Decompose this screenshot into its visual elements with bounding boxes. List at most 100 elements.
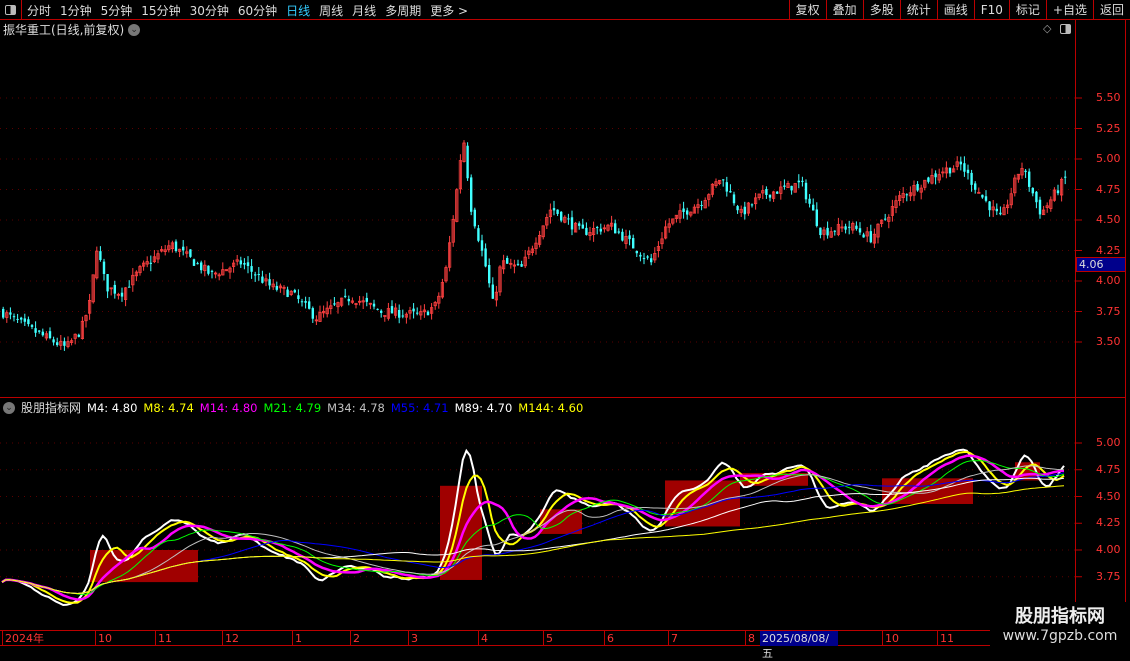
candle-body [750,204,754,206]
candle-body [34,328,37,333]
candle-body [848,226,851,228]
y-tick-label: 3.75 [1096,304,1121,318]
candle-body [646,256,649,258]
candle-body [585,227,588,235]
candle-body [833,230,836,232]
candle-body [743,206,746,215]
candle-body [963,163,966,172]
y-tick-label: 5.25 [1096,121,1121,135]
candle-body [966,169,970,174]
axis-divider [1075,20,1076,646]
y-tick-label: 5.00 [1096,152,1121,165]
candle-body [16,318,19,320]
candle-body [466,145,469,179]
candle-body [297,295,300,299]
y-tick-label: 4.50 [1096,489,1121,503]
candle-body [196,263,199,265]
y-tick-label: 4.75 [1096,462,1121,476]
candle-body [257,274,260,276]
ma-value: M14: 4.80 [199,400,258,415]
candle-body [981,194,984,198]
candle-body [1024,170,1027,173]
candle-body [776,191,779,194]
candle-body [1056,190,1060,194]
watermark-url: www.7gpzb.com [1002,628,1118,644]
date-label: 3 [408,631,418,646]
candle-body [826,227,829,236]
candle-body [783,185,786,187]
pane-divider [0,397,1125,398]
date-label: 7 [668,631,678,646]
candle-body [484,248,487,267]
candle-body [516,263,520,265]
candle-body [570,217,574,230]
candle-body [365,297,368,302]
candle-body [808,198,811,204]
candle-body [959,161,962,165]
candle-body [207,265,210,274]
candle-body [855,225,858,229]
candle-body [473,209,476,227]
candle-body [520,264,523,267]
candle-body [729,191,732,193]
candle-body [506,257,509,264]
indicator-name: 股朋指标网 [21,401,82,415]
candle-body [858,228,862,233]
candle-body [815,209,818,226]
candle-body [984,196,988,201]
date-label: 11 [937,631,954,646]
chevron-down-icon[interactable]: ⌄ [3,401,15,414]
candle-body [344,295,347,297]
candle-body [1035,191,1038,203]
candle-body [581,224,584,229]
candle-body [790,185,793,191]
candle-body [862,234,865,238]
candle-body [56,342,59,346]
candle-body [635,250,638,254]
candle-body [210,270,214,272]
candle-body [869,231,872,243]
chart-canvas[interactable] [0,0,1130,650]
candle-body [412,308,415,312]
candle-body [63,341,66,346]
candle-body [102,261,106,274]
candle-body [275,285,278,290]
candle-body [38,330,41,332]
candle-body [639,254,642,257]
candle-body [797,180,800,183]
candle-body [426,311,430,316]
axis-divider [1125,20,1126,630]
candle-body [41,331,44,336]
candle-body [995,208,998,212]
candle-body [596,227,599,229]
candle-body [765,188,768,195]
candle-body [261,276,264,283]
candle-body [736,206,739,211]
candle-body [567,218,570,220]
candle-body [189,249,192,257]
ma-value: M89: 4.70 [454,400,513,415]
candle-body [470,177,473,212]
candle-body [628,235,631,240]
candle-body [304,300,307,303]
candle-body [682,208,685,212]
ma-value: M55: 4.71 [390,400,449,415]
date-label: 8 [745,631,755,646]
candle-body [99,251,102,260]
candle-body [801,180,804,182]
candle-body [650,258,653,263]
candle-body [768,194,772,198]
candle-body [174,241,178,251]
candle-body [254,274,257,276]
candle-body [77,334,80,337]
date-label: 11 [155,631,172,646]
candle-body [120,292,124,297]
candle-body [812,204,815,211]
candle-body [401,315,404,317]
date-label: 12 [222,631,239,646]
candle-body [1031,188,1034,194]
candle-body [52,339,55,343]
candle-body [988,201,991,211]
candle-body [182,246,185,251]
candle-body [48,331,52,339]
